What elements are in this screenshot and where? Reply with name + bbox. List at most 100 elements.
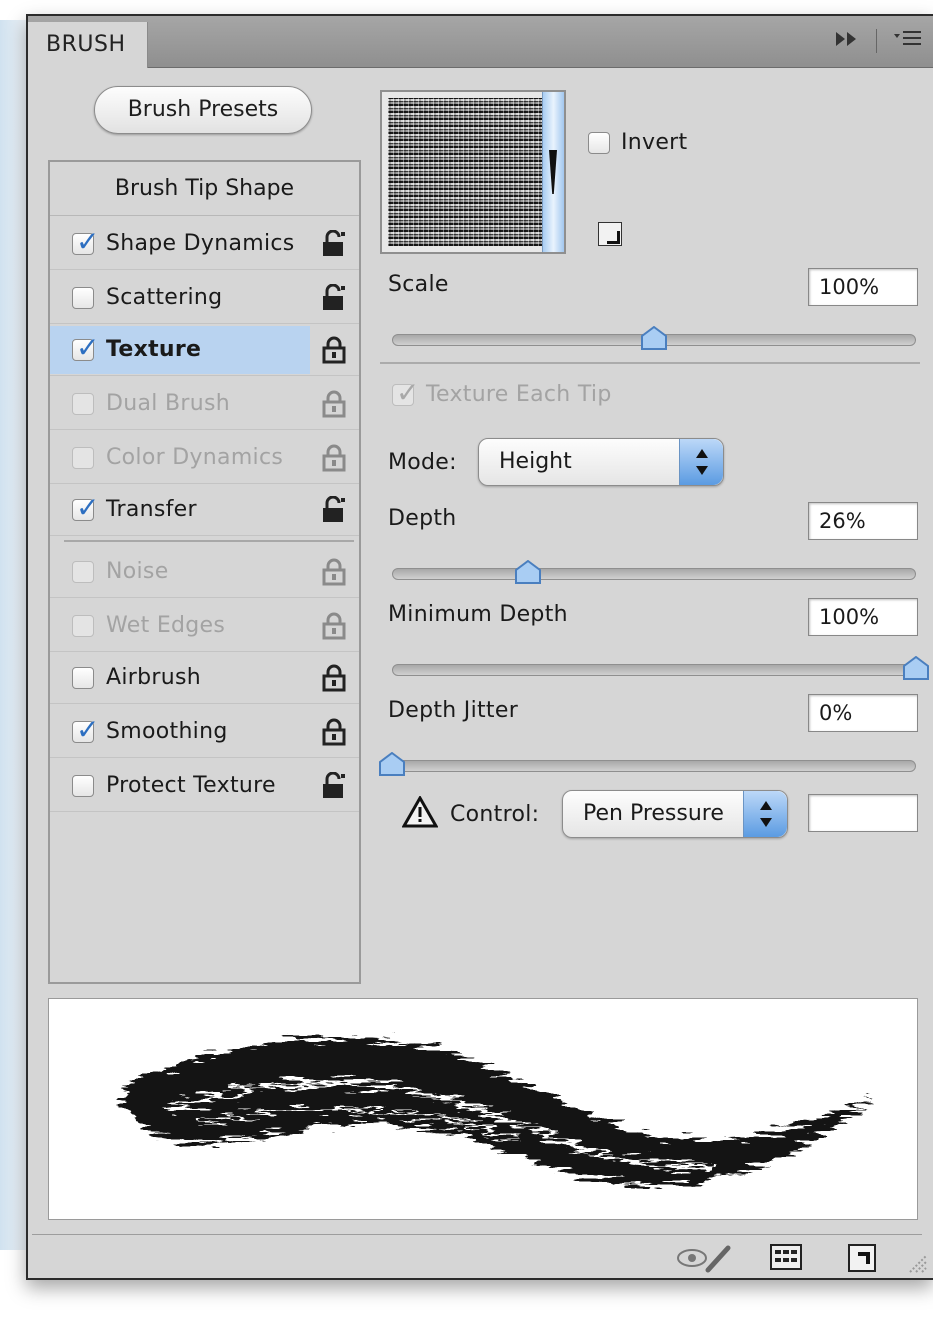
minimum-depth-input[interactable]: 100% [808, 598, 918, 636]
dual-brush-checkbox[interactable] [72, 392, 94, 415]
brush-panel: BRUSH Brush Presets Brush Tip Shape ✓ Sha… [26, 14, 933, 1280]
brush-options-list: Brush Tip Shape ✓ Shape Dynamics Scatterin… [48, 160, 361, 984]
checkmark-icon: ✓ [76, 330, 100, 364]
scale-slider-thumb[interactable] [641, 325, 667, 350]
mode-label: Mode: [388, 450, 457, 475]
create-new-preset-from-pattern-icon[interactable] [598, 222, 622, 246]
option-protect-texture[interactable]: Protect Texture [50, 760, 359, 812]
option-airbrush[interactable]: Airbrush [50, 652, 359, 704]
scattering-label: Scattering [106, 285, 223, 310]
option-texture[interactable]: ✓ Texture [50, 324, 359, 376]
unlock-icon[interactable] [321, 283, 347, 312]
transfer-checkbox[interactable]: ✓ [72, 491, 99, 524]
control-label: Control: [450, 802, 540, 827]
option-color-dynamics[interactable]: Color Dynamics [50, 432, 359, 484]
brush-presets-button[interactable]: Brush Presets [94, 86, 312, 134]
texture-checkbox[interactable]: ✓ [72, 331, 99, 364]
create-new-brush-icon[interactable] [848, 1244, 876, 1276]
panel-footer [28, 1238, 933, 1278]
minimum-depth-slider[interactable] [392, 664, 916, 676]
control-select-value: Pen Pressure [583, 801, 724, 826]
select-arrows-icon [679, 439, 723, 485]
brush-stroke-preview [48, 998, 918, 1220]
wet-edges-label: Wet Edges [106, 613, 226, 638]
invert-label: Invert [621, 130, 688, 155]
scale-input[interactable]: 100% [808, 268, 918, 306]
smoothing-checkbox[interactable]: ✓ [72, 713, 99, 746]
pattern-dropdown-button[interactable] [542, 92, 564, 252]
texture-each-tip-checkbox[interactable]: ✓ [392, 376, 419, 409]
scattering-checkbox[interactable] [72, 286, 94, 309]
select-arrows-icon [743, 791, 787, 837]
mode-select-value: Height [499, 449, 572, 474]
unlock-icon[interactable] [321, 771, 347, 800]
lock-icon[interactable] [321, 390, 347, 418]
panel-menu-icon[interactable] [893, 28, 923, 53]
option-dual-brush[interactable]: Dual Brush [50, 378, 359, 430]
option-transfer[interactable]: ✓ Transfer [50, 484, 359, 536]
protect-texture-label: Protect Texture [106, 773, 276, 798]
minimum-depth-slider-thumb[interactable] [903, 655, 929, 680]
checkmark-icon: ✓ [76, 712, 100, 746]
mode-select[interactable]: Height [478, 438, 724, 486]
lock-icon[interactable] [321, 664, 347, 692]
scale-label: Scale [388, 272, 449, 297]
lock-icon[interactable] [321, 612, 347, 640]
option-wet-edges[interactable]: Wet Edges [50, 600, 359, 652]
noise-checkbox[interactable] [72, 560, 94, 583]
resize-grip-icon[interactable] [906, 1252, 928, 1278]
option-smoothing[interactable]: ✓ Smoothing [50, 706, 359, 758]
option-scattering[interactable]: Scattering [50, 272, 359, 324]
invert-checkbox[interactable] [588, 132, 610, 154]
panel-titlebar: BRUSH [28, 16, 933, 68]
brush-stroke-image [119, 1037, 869, 1185]
airbrush-checkbox[interactable] [72, 666, 94, 689]
checkmark-icon: ✓ [76, 224, 100, 258]
texture-pattern-picker[interactable] [380, 90, 566, 254]
depth-jitter-label: Depth Jitter [388, 698, 519, 723]
tab-brush[interactable]: BRUSH [28, 22, 148, 68]
lock-icon[interactable] [321, 718, 347, 746]
list-group-separator [64, 540, 354, 542]
wet-edges-checkbox[interactable] [72, 614, 94, 637]
toggle-live-tip-preview-icon[interactable] [674, 1244, 734, 1278]
depth-slider-thumb[interactable] [515, 559, 542, 584]
shape-dynamics-label: Shape Dynamics [106, 231, 295, 256]
texture-pattern-swatch [388, 98, 542, 246]
warning-icon [401, 794, 439, 832]
control-select[interactable]: Pen Pressure [562, 790, 788, 838]
lock-icon[interactable] [321, 336, 347, 364]
depth-label: Depth [388, 506, 457, 531]
dual-brush-label: Dual Brush [106, 391, 230, 416]
option-shape-dynamics[interactable]: ✓ Shape Dynamics [50, 218, 359, 270]
option-noise[interactable]: Noise [50, 546, 359, 598]
depth-slider[interactable] [392, 568, 916, 580]
color-dynamics-label: Color Dynamics [106, 445, 284, 470]
depth-input[interactable]: 26% [808, 502, 918, 540]
titlebar-separator [876, 28, 877, 53]
unlock-icon[interactable] [321, 495, 347, 524]
shape-dynamics-checkbox[interactable]: ✓ [72, 225, 99, 258]
unlock-icon[interactable] [321, 229, 347, 258]
open-preset-manager-icon[interactable] [770, 1244, 802, 1274]
transfer-label: Transfer [106, 497, 197, 522]
lock-icon[interactable] [321, 444, 347, 472]
brush-tip-shape-item[interactable]: Brush Tip Shape [50, 162, 359, 216]
airbrush-label: Airbrush [106, 665, 201, 690]
minimum-depth-label: Minimum Depth [388, 602, 568, 627]
checkmark-icon: ✓ [76, 490, 100, 524]
depth-jitter-slider[interactable] [392, 760, 916, 772]
footer-divider [32, 1234, 922, 1235]
checkmark-icon: ✓ [396, 376, 420, 409]
smoothing-label: Smoothing [106, 719, 228, 744]
protect-texture-checkbox[interactable] [72, 774, 94, 797]
color-dynamics-checkbox[interactable] [72, 446, 94, 469]
double-arrow-right-icon[interactable] [834, 29, 860, 53]
lock-icon[interactable] [321, 558, 347, 586]
control-value-input[interactable] [808, 794, 918, 832]
depth-jitter-input[interactable]: 0% [808, 694, 918, 732]
chevron-down-icon [549, 150, 557, 194]
section-divider [380, 362, 920, 364]
noise-label: Noise [106, 559, 169, 584]
depth-jitter-slider-thumb[interactable] [379, 751, 405, 776]
